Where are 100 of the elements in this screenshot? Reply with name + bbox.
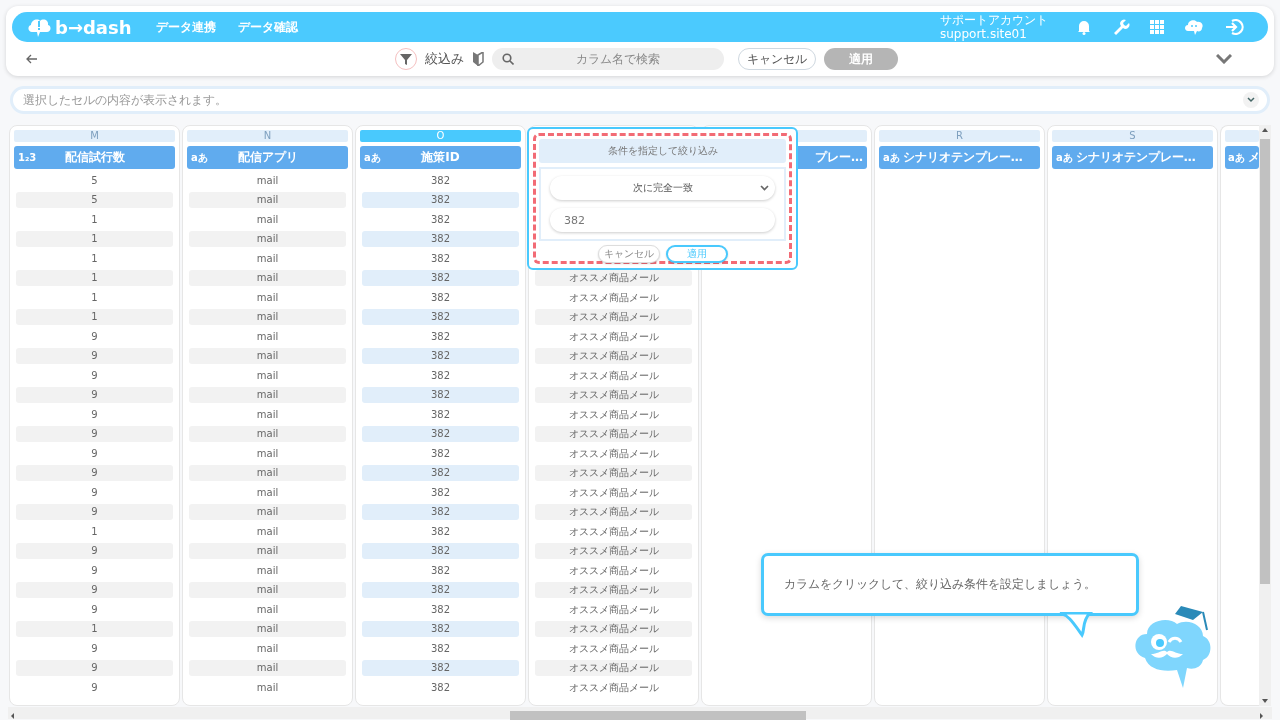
table-cell[interactable]: 382	[362, 270, 519, 286]
table-cell[interactable]: 382	[362, 348, 519, 364]
table-cell[interactable]: 1	[16, 523, 173, 540]
table-cell[interactable]: 382	[362, 582, 519, 598]
table-cell[interactable]: 1	[16, 309, 173, 325]
table-cell[interactable]: mail	[189, 270, 346, 286]
table-cell[interactable]: mail	[189, 504, 346, 520]
table-cell[interactable]: オススメ商品メール	[535, 660, 692, 676]
table-cell[interactable]: 9	[16, 543, 173, 559]
table-cell[interactable]: オススメ商品メール	[535, 387, 692, 403]
table-cell[interactable]: オススメ商品メール	[535, 621, 692, 637]
table-cell[interactable]: オススメ商品メール	[535, 426, 692, 442]
table-cell[interactable]: mail	[189, 543, 346, 559]
cancel-button[interactable]: キャンセル	[597, 245, 660, 263]
table-cell[interactable]: 9	[16, 328, 173, 345]
table-cell[interactable]: 382	[362, 309, 519, 325]
table-cell[interactable]: mail	[189, 406, 346, 423]
table-cell[interactable]: オススメ商品メール	[535, 309, 692, 325]
table-cell[interactable]: 9	[16, 367, 173, 384]
table-cell[interactable]: 382	[362, 601, 519, 618]
table-cell[interactable]: 9	[16, 640, 173, 657]
table-cell[interactable]: mail	[189, 465, 346, 481]
table-cell[interactable]: 1	[16, 250, 173, 267]
table-cell[interactable]: オススメ商品メール	[535, 679, 692, 696]
table-cell[interactable]: オススメ商品メール	[535, 504, 692, 520]
table-cell[interactable]: オススメ商品メール	[535, 562, 692, 579]
condition-select[interactable]: 次に完全一致	[550, 176, 775, 200]
table-cell[interactable]: オススメ商品メール	[535, 289, 692, 306]
table-cell[interactable]: 382	[362, 250, 519, 267]
table-cell[interactable]: 382	[362, 406, 519, 423]
search-field[interactable]: カラム名で検索	[492, 48, 724, 70]
table-cell[interactable]: 9	[16, 445, 173, 462]
table-cell[interactable]: 382	[362, 660, 519, 676]
table-cell[interactable]: 9	[16, 348, 173, 364]
table-cell[interactable]: 382	[362, 367, 519, 384]
table-cell[interactable]: 382	[362, 445, 519, 462]
table-cell[interactable]: mail	[189, 192, 346, 208]
table-cell[interactable]: オススメ商品メール	[535, 465, 692, 481]
table-cell[interactable]: mail	[189, 367, 346, 384]
table-cell[interactable]: オススメ商品メール	[535, 582, 692, 598]
table-cell[interactable]: mail	[189, 562, 346, 579]
table-cell[interactable]: オススメ商品メール	[535, 601, 692, 618]
table-cell[interactable]: オススメ商品メール	[535, 640, 692, 657]
table-cell[interactable]: mail	[189, 601, 346, 618]
table-cell[interactable]: オススメ商品メール	[535, 348, 692, 364]
table-cell[interactable]: mail	[189, 328, 346, 345]
table-cell[interactable]: 1	[16, 211, 173, 228]
table-cell[interactable]: オススメ商品メール	[535, 543, 692, 559]
table-cell[interactable]: mail	[189, 426, 346, 442]
table-cell[interactable]: 382	[362, 679, 519, 696]
table-cell[interactable]: mail	[189, 387, 346, 403]
table-cell[interactable]: 382	[362, 523, 519, 540]
search-input[interactable]: カラム名で検索	[522, 51, 714, 67]
table-cell[interactable]: 382	[362, 621, 519, 637]
table-cell[interactable]: 5	[16, 192, 173, 208]
table-cell[interactable]: オススメ商品メール	[535, 445, 692, 462]
table-cell[interactable]: 9	[16, 582, 173, 598]
table-cell[interactable]: mail	[189, 348, 346, 364]
table-cell[interactable]: 382	[362, 543, 519, 559]
table-cell[interactable]: 382	[362, 426, 519, 442]
table-cell[interactable]: mail	[189, 523, 346, 540]
table-cell[interactable]: mail	[189, 309, 346, 325]
table-cell[interactable]: mail	[189, 172, 346, 189]
table-cell[interactable]: オススメ商品メール	[535, 270, 692, 286]
table-cell[interactable]: mail	[189, 445, 346, 462]
table-cell[interactable]: mail	[189, 231, 346, 247]
table-cell[interactable]: 382	[362, 231, 519, 247]
table-cell[interactable]: mail	[189, 582, 346, 598]
table-cell[interactable]: 1	[16, 231, 173, 247]
table-cell[interactable]: オススメ商品メール	[535, 523, 692, 540]
table-cell[interactable]: 382	[362, 465, 519, 481]
cell-content-field[interactable]: 選択したセルの内容が表示されます。	[10, 86, 1270, 114]
table-cell[interactable]: 382	[362, 562, 519, 579]
condition-form[interactable]: 次に完全一致 382	[539, 167, 786, 241]
table-cell[interactable]: 382	[362, 640, 519, 657]
table-cell[interactable]: 382	[362, 172, 519, 189]
table-cell[interactable]: 9	[16, 406, 173, 423]
table-cell[interactable]: mail	[189, 660, 346, 676]
table-cell[interactable]: 1	[16, 289, 173, 306]
table-cell[interactable]: オススメ商品メール	[535, 367, 692, 384]
table-cell[interactable]: mail	[189, 640, 346, 657]
table-cell[interactable]: mail	[189, 679, 346, 696]
table-cell[interactable]: mail	[189, 211, 346, 228]
table-cell[interactable]: 382	[362, 289, 519, 306]
table-cell[interactable]: 9	[16, 660, 173, 676]
table-cell[interactable]: mail	[189, 621, 346, 637]
table-cell[interactable]: mail	[189, 484, 346, 501]
table-cell[interactable]: 382	[362, 192, 519, 208]
table-cell[interactable]: オススメ商品メール	[535, 484, 692, 501]
table-cell[interactable]: 9	[16, 387, 173, 403]
table-cell[interactable]: 382	[362, 211, 519, 228]
table-cell[interactable]: 382	[362, 484, 519, 501]
table-cell[interactable]: 9	[16, 562, 173, 579]
table-cell[interactable]: 9	[16, 601, 173, 618]
cancel-button[interactable]: キャンセル	[738, 48, 816, 70]
table-cell[interactable]: オススメ商品メール	[535, 406, 692, 423]
value-input[interactable]: 382	[550, 208, 775, 232]
table-cell[interactable]: mail	[189, 250, 346, 267]
table-cell[interactable]: 9	[16, 484, 173, 501]
table-cell[interactable]: 9	[16, 504, 173, 520]
